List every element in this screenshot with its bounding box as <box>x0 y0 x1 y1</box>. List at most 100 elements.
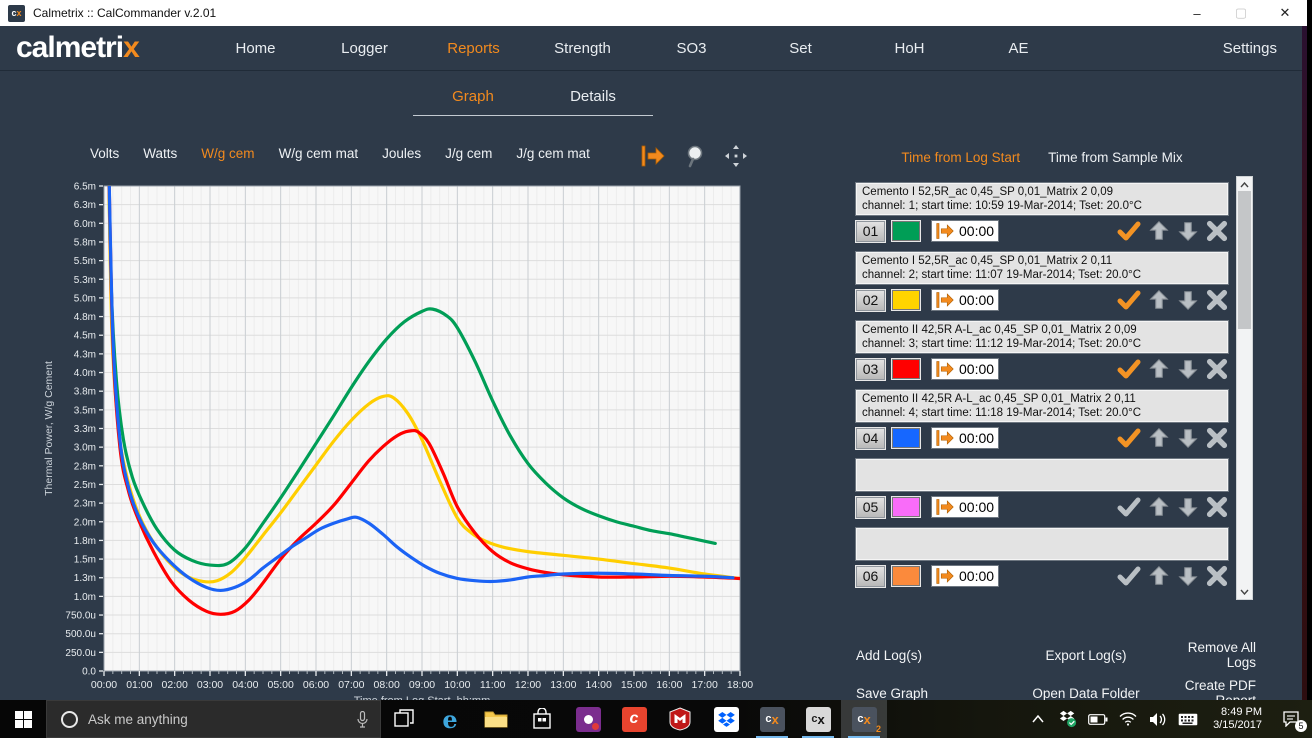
log-number-badge[interactable]: 01 <box>856 221 885 242</box>
log-color-swatch[interactable] <box>892 290 920 310</box>
wifi-icon[interactable] <box>1115 700 1141 738</box>
log-description-field[interactable]: Cemento I 52,5R_ac 0,45_SP 0,01_Matrix 2… <box>856 252 1228 284</box>
nav-item-reports[interactable]: Reports <box>419 40 528 57</box>
unit-tab-watts[interactable]: Watts <box>143 146 177 161</box>
check-icon[interactable] <box>1117 428 1141 448</box>
time-from-log-start-option[interactable]: Time from Log Start <box>901 150 1020 165</box>
log-offset-field[interactable]: 00:00 <box>931 289 999 311</box>
scroll-down-icon[interactable] <box>1237 584 1252 599</box>
move-up-icon[interactable] <box>1148 565 1170 587</box>
remove-all-logs-button[interactable]: Remove All Logs <box>1166 640 1256 670</box>
add-logs-button[interactable]: Add Log(s) <box>856 648 1006 663</box>
log-description-field[interactable]: Cemento II 42,5R A-L_ac 0,45_SP 0,01_Mat… <box>856 390 1228 422</box>
save-graph-button[interactable]: Save Graph <box>856 686 1006 701</box>
log-color-swatch[interactable] <box>892 359 920 379</box>
check-icon[interactable] <box>1117 497 1141 517</box>
store-icon[interactable] <box>519 700 565 738</box>
nav-item-strength[interactable]: Strength <box>528 40 637 57</box>
nav-item-home[interactable]: Home <box>201 40 310 57</box>
nav-item-logger[interactable]: Logger <box>310 40 419 57</box>
log-list-scrollbar[interactable] <box>1236 176 1253 600</box>
chevron-up-icon[interactable] <box>1025 700 1051 738</box>
remove-log-icon[interactable] <box>1206 220 1228 242</box>
search-input[interactable]: Ask me anything <box>46 700 381 738</box>
tab-details[interactable]: Details <box>533 82 653 115</box>
check-icon[interactable] <box>1117 290 1141 310</box>
open-data-folder-button[interactable]: Open Data Folder <box>1006 686 1166 701</box>
move-down-icon[interactable] <box>1177 496 1199 518</box>
move-down-icon[interactable] <box>1177 289 1199 311</box>
unit-tab-j-g-cem-mat[interactable]: J/g cem mat <box>516 146 590 161</box>
nav-item-so3[interactable]: SO3 <box>637 40 746 57</box>
start-button[interactable] <box>0 700 46 738</box>
nav-item-ae[interactable]: AE <box>964 40 1073 57</box>
log-color-swatch[interactable] <box>892 428 920 448</box>
microphone-icon[interactable] <box>357 711 368 728</box>
move-up-icon[interactable] <box>1148 220 1170 242</box>
close-button[interactable]: ✕ <box>1263 0 1307 26</box>
log-color-swatch[interactable] <box>892 497 920 517</box>
zoom-icon[interactable] <box>684 144 706 168</box>
move-down-icon[interactable] <box>1177 565 1199 587</box>
remove-log-icon[interactable] <box>1206 496 1228 518</box>
check-icon[interactable] <box>1117 359 1141 379</box>
time-from-sample-mix-option[interactable]: Time from Sample Mix <box>1048 150 1183 165</box>
calcommander-icon[interactable]: cx <box>749 700 795 738</box>
maximize-button[interactable]: ▢ <box>1219 0 1263 26</box>
check-icon[interactable] <box>1117 221 1141 241</box>
log-number-badge[interactable]: 03 <box>856 359 885 380</box>
log-description-field[interactable]: Cemento II 42,5R A-L_ac 0,45_SP 0,01_Mat… <box>856 321 1228 353</box>
remove-log-icon[interactable] <box>1206 289 1228 311</box>
log-number-badge[interactable]: 02 <box>856 290 885 311</box>
remove-log-icon[interactable] <box>1206 565 1228 587</box>
mcafee-icon[interactable] <box>657 700 703 738</box>
dropbox-icon[interactable] <box>703 700 749 738</box>
tab-graph[interactable]: Graph <box>413 82 533 115</box>
move-down-icon[interactable] <box>1177 220 1199 242</box>
move-down-icon[interactable] <box>1177 358 1199 380</box>
check-icon[interactable] <box>1117 566 1141 586</box>
scrollbar-thumb[interactable] <box>1238 191 1251 329</box>
task-view-icon[interactable] <box>381 700 427 738</box>
log-offset-field[interactable]: 00:00 <box>931 496 999 518</box>
offset-flag-icon[interactable] <box>640 144 666 168</box>
log-description-field[interactable]: Cemento I 52,5R_ac 0,45_SP 0,01_Matrix 2… <box>856 183 1228 215</box>
unit-tab-w-g-cem[interactable]: W/g cem <box>201 146 254 161</box>
notifications-icon[interactable]: 5 <box>1274 700 1308 738</box>
purple-app-icon[interactable] <box>565 700 611 738</box>
log-color-swatch[interactable] <box>892 221 920 241</box>
move-up-icon[interactable] <box>1148 358 1170 380</box>
log-offset-field[interactable]: 00:00 <box>931 427 999 449</box>
log-number-badge[interactable]: 04 <box>856 428 885 449</box>
nav-item-hoh[interactable]: HoH <box>855 40 964 57</box>
log-description-field[interactable] <box>856 528 1228 560</box>
export-logs-button[interactable]: Export Log(s) <box>1006 648 1166 663</box>
minimize-button[interactable]: – <box>1175 0 1219 26</box>
remove-log-icon[interactable] <box>1206 358 1228 380</box>
move-up-icon[interactable] <box>1148 289 1170 311</box>
move-up-icon[interactable] <box>1148 427 1170 449</box>
log-offset-field[interactable]: 00:00 <box>931 220 999 242</box>
calcommander-gray-icon[interactable]: cx <box>795 700 841 738</box>
log-number-badge[interactable]: 05 <box>856 497 885 518</box>
volume-icon[interactable] <box>1145 700 1171 738</box>
log-offset-field[interactable]: 00:00 <box>931 565 999 587</box>
nav-item-set[interactable]: Set <box>746 40 855 57</box>
log-offset-field[interactable]: 00:00 <box>931 358 999 380</box>
battery-icon[interactable] <box>1085 700 1111 738</box>
move-up-icon[interactable] <box>1148 496 1170 518</box>
dropbox-sync-icon[interactable] <box>1055 700 1081 738</box>
keyboard-icon[interactable] <box>1175 700 1201 738</box>
file-explorer-icon[interactable] <box>473 700 519 738</box>
red-c-app-icon[interactable]: c <box>611 700 657 738</box>
remove-log-icon[interactable] <box>1206 427 1228 449</box>
pan-icon[interactable] <box>724 144 748 168</box>
nav-item-settings[interactable]: Settings <box>1223 40 1277 57</box>
edge-icon[interactable]: e <box>427 700 473 738</box>
clock[interactable]: 8:49 PM 3/15/2017 <box>1205 706 1270 732</box>
unit-tab-volts[interactable]: Volts <box>90 146 119 161</box>
move-down-icon[interactable] <box>1177 427 1199 449</box>
log-description-field[interactable] <box>856 459 1228 491</box>
calcommander-active-icon[interactable]: cx2 <box>841 700 887 738</box>
unit-tab-w-g-cem-mat[interactable]: W/g cem mat <box>279 146 359 161</box>
